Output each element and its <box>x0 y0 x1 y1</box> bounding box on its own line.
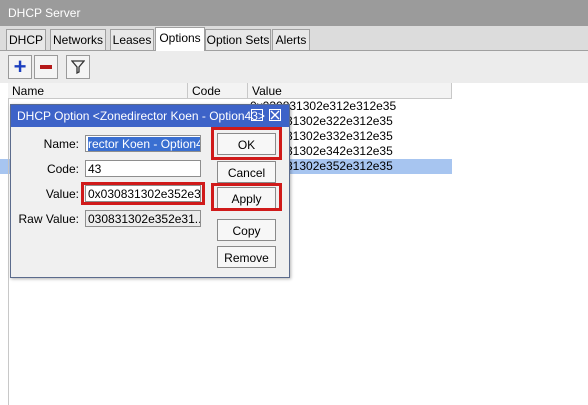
tab-option-sets[interactable]: Option Sets <box>205 29 271 50</box>
tab-alerts[interactable]: Alerts <box>272 29 310 50</box>
toolbar: + <box>0 51 588 84</box>
table-cell-value: 31302e352e312e35 <box>286 159 393 173</box>
column-header-code[interactable]: Code <box>188 83 248 99</box>
restore-icon[interactable] <box>251 109 263 121</box>
value-highlight-box <box>81 182 205 205</box>
code-label: Code: <box>46 162 79 176</box>
window-title-bar: DHCP Server <box>0 0 588 27</box>
tab-networks[interactable]: Networks <box>50 29 106 50</box>
name-label: Name: <box>43 137 79 151</box>
grid-left-border <box>8 99 9 405</box>
table-cell-value: 31302e342e312e35 <box>286 144 393 158</box>
remove-button-dialog[interactable]: Remove <box>217 246 276 268</box>
window-title: DHCP Server <box>8 6 81 20</box>
filter-icon <box>71 60 85 74</box>
column-header-value[interactable]: Value <box>248 83 452 99</box>
dialog-title-bar[interactable]: DHCP Option <Zonedirector Koen - Option4… <box>11 105 289 127</box>
table-cell-value: 31302e322e312e35 <box>286 114 393 128</box>
tab-leases[interactable]: Leases <box>110 29 154 50</box>
minus-icon <box>40 65 52 69</box>
raw-value-field: 030831302e352e31... <box>85 210 201 227</box>
ok-highlight-box <box>211 127 282 160</box>
tab-strip: DHCP Networks Leases Options Option Sets… <box>0 26 588 51</box>
tab-options[interactable]: Options <box>155 27 205 51</box>
tab-dhcp[interactable]: DHCP <box>6 29 46 50</box>
cancel-button[interactable]: Cancel <box>217 161 276 183</box>
filter-button[interactable] <box>66 55 90 79</box>
dialog-title: DHCP Option <Zonedirector Koen - Option4… <box>17 109 265 123</box>
dhcp-option-dialog: DHCP Option <Zonedirector Koen - Option4… <box>10 104 290 278</box>
value-label: Value: <box>45 187 79 201</box>
remove-button[interactable] <box>34 55 58 79</box>
plus-icon: + <box>13 54 27 79</box>
add-button[interactable]: + <box>8 55 32 79</box>
table-cell-value: 31302e332e312e35 <box>286 129 393 143</box>
code-field[interactable]: 43 <box>85 160 201 177</box>
name-field[interactable]: rector Koen - Option43 <box>85 135 201 152</box>
copy-button[interactable]: Copy <box>217 219 276 241</box>
column-header-name[interactable]: Name <box>8 83 188 99</box>
raw-value-label: Raw Value: <box>18 212 79 226</box>
apply-highlight-box <box>211 183 282 211</box>
close-icon[interactable] <box>269 109 281 121</box>
